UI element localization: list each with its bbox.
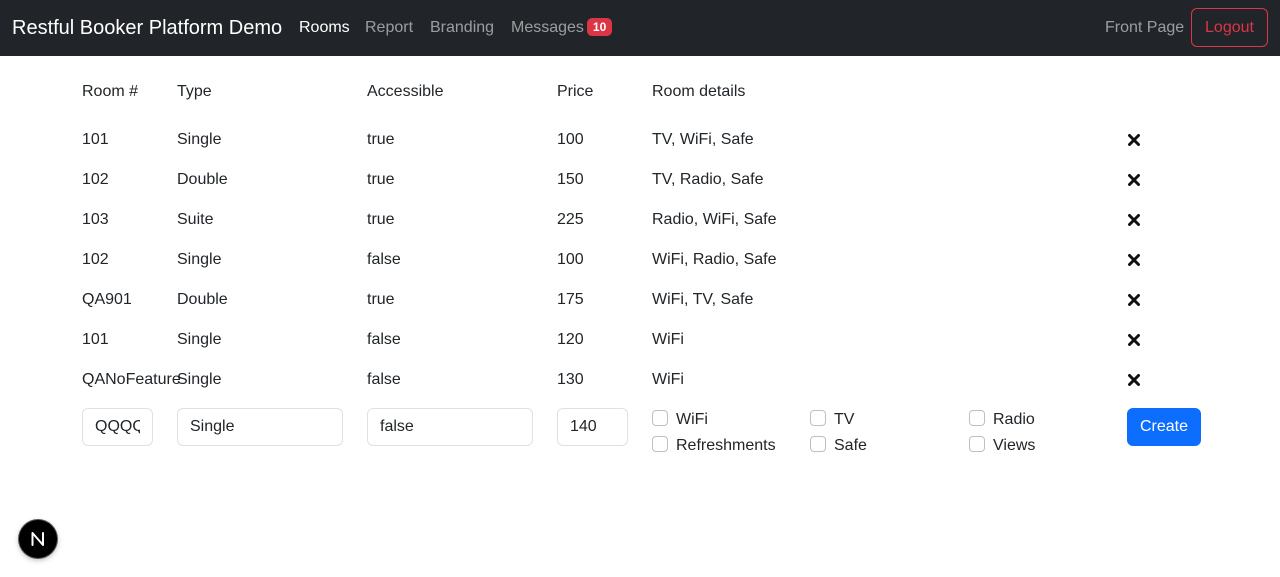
cell-room-number: QA901 <box>82 291 132 308</box>
cell-room-details: TV, WiFi, Safe <box>652 131 754 148</box>
cell-type: Single <box>177 131 222 148</box>
cell-room-details: Radio, WiFi, Safe <box>652 211 777 228</box>
views-checkbox[interactable] <box>969 436 985 452</box>
brand-title[interactable]: Restful Booker Platform Demo <box>12 14 282 42</box>
nav-front-page[interactable]: Front Page <box>1105 17 1184 39</box>
radio-checkbox[interactable] <box>969 410 985 426</box>
nav-rooms[interactable]: Rooms <box>299 17 350 39</box>
feature-safe[interactable]: Safe <box>810 435 867 457</box>
cell-type: Double <box>177 171 228 188</box>
accessible-select[interactable]: false <box>367 408 533 446</box>
feature-views[interactable]: Views <box>969 435 1035 457</box>
x-mark-icon[interactable] <box>1127 209 1141 231</box>
cell-room-details: WiFi <box>652 331 684 348</box>
cell-room-details: TV, Radio, Safe <box>652 171 764 188</box>
nav-messages-label: Messages <box>511 19 584 36</box>
cell-room-number: 103 <box>82 211 109 228</box>
tv-label: TV <box>834 411 855 428</box>
x-mark-icon[interactable] <box>1127 329 1141 351</box>
nav-branding[interactable]: Branding <box>430 17 494 39</box>
safe-label: Safe <box>834 437 867 454</box>
x-mark-icon[interactable] <box>1127 249 1141 271</box>
cell-accessible: false <box>367 371 401 388</box>
cell-room-number: 102 <box>82 171 109 188</box>
wifi-checkbox[interactable] <box>652 410 668 426</box>
radio-label: Radio <box>993 411 1035 428</box>
header-accessible: Accessible <box>367 83 444 100</box>
cell-room-details: WiFi, Radio, Safe <box>652 251 777 268</box>
header-type: Type <box>177 83 212 100</box>
logout-button[interactable]: Logout <box>1191 8 1268 47</box>
cell-price: 100 <box>557 131 584 148</box>
nav-messages[interactable]: Messages 10 <box>511 17 613 39</box>
wifi-label: WiFi <box>676 411 708 428</box>
safe-checkbox[interactable] <box>810 436 826 452</box>
cell-room-number: QANoFeature <box>82 371 181 388</box>
cell-price: 175 <box>557 291 584 308</box>
cell-accessible: false <box>367 331 401 348</box>
cell-type: Single <box>177 371 222 388</box>
feature-radio[interactable]: Radio <box>969 409 1035 431</box>
cell-type: Double <box>177 291 228 308</box>
feature-tv[interactable]: TV <box>810 409 854 431</box>
cell-accessible: true <box>367 211 395 228</box>
feature-refreshments[interactable]: Refreshments <box>652 435 776 457</box>
cell-price: 150 <box>557 171 584 188</box>
create-button[interactable]: Create <box>1127 408 1201 446</box>
cell-room-details: WiFi <box>652 371 684 388</box>
cell-price: 100 <box>557 251 584 268</box>
n-logo-icon[interactable] <box>19 520 57 558</box>
cell-price: 130 <box>557 371 584 388</box>
cell-price: 120 <box>557 331 584 348</box>
x-mark-icon[interactable] <box>1127 369 1141 391</box>
cell-room-number: 101 <box>82 131 109 148</box>
type-select[interactable]: Single <box>177 408 343 446</box>
x-mark-icon[interactable] <box>1127 169 1141 191</box>
cell-accessible: true <box>367 131 395 148</box>
views-label: Views <box>993 437 1036 454</box>
header-price: Price <box>557 83 594 100</box>
cell-accessible: true <box>367 171 395 188</box>
nav-report[interactable]: Report <box>365 17 413 39</box>
cell-room-number: 101 <box>82 331 109 348</box>
tv-checkbox[interactable] <box>810 410 826 426</box>
x-mark-icon[interactable] <box>1127 289 1141 311</box>
cell-room-number: 102 <box>82 251 109 268</box>
header-room-details: Room details <box>652 83 746 100</box>
cell-type: Suite <box>177 211 214 228</box>
cell-room-details: WiFi, TV, Safe <box>652 291 754 308</box>
feature-wifi[interactable]: WiFi <box>652 409 708 431</box>
cell-accessible: false <box>367 251 401 268</box>
cell-type: Single <box>177 331 222 348</box>
top-navbar: Restful Booker Platform Demo Rooms Repor… <box>0 0 1280 56</box>
cell-accessible: true <box>367 291 395 308</box>
room-number-input[interactable] <box>82 408 153 446</box>
refreshments-checkbox[interactable] <box>652 436 668 452</box>
cell-price: 225 <box>557 211 584 228</box>
x-mark-icon[interactable] <box>1127 129 1141 151</box>
cell-type: Single <box>177 251 222 268</box>
refreshments-label: Refreshments <box>676 437 776 454</box>
price-input[interactable] <box>557 408 628 446</box>
header-room-number: Room # <box>82 83 139 100</box>
messages-count-badge: 10 <box>586 18 613 36</box>
